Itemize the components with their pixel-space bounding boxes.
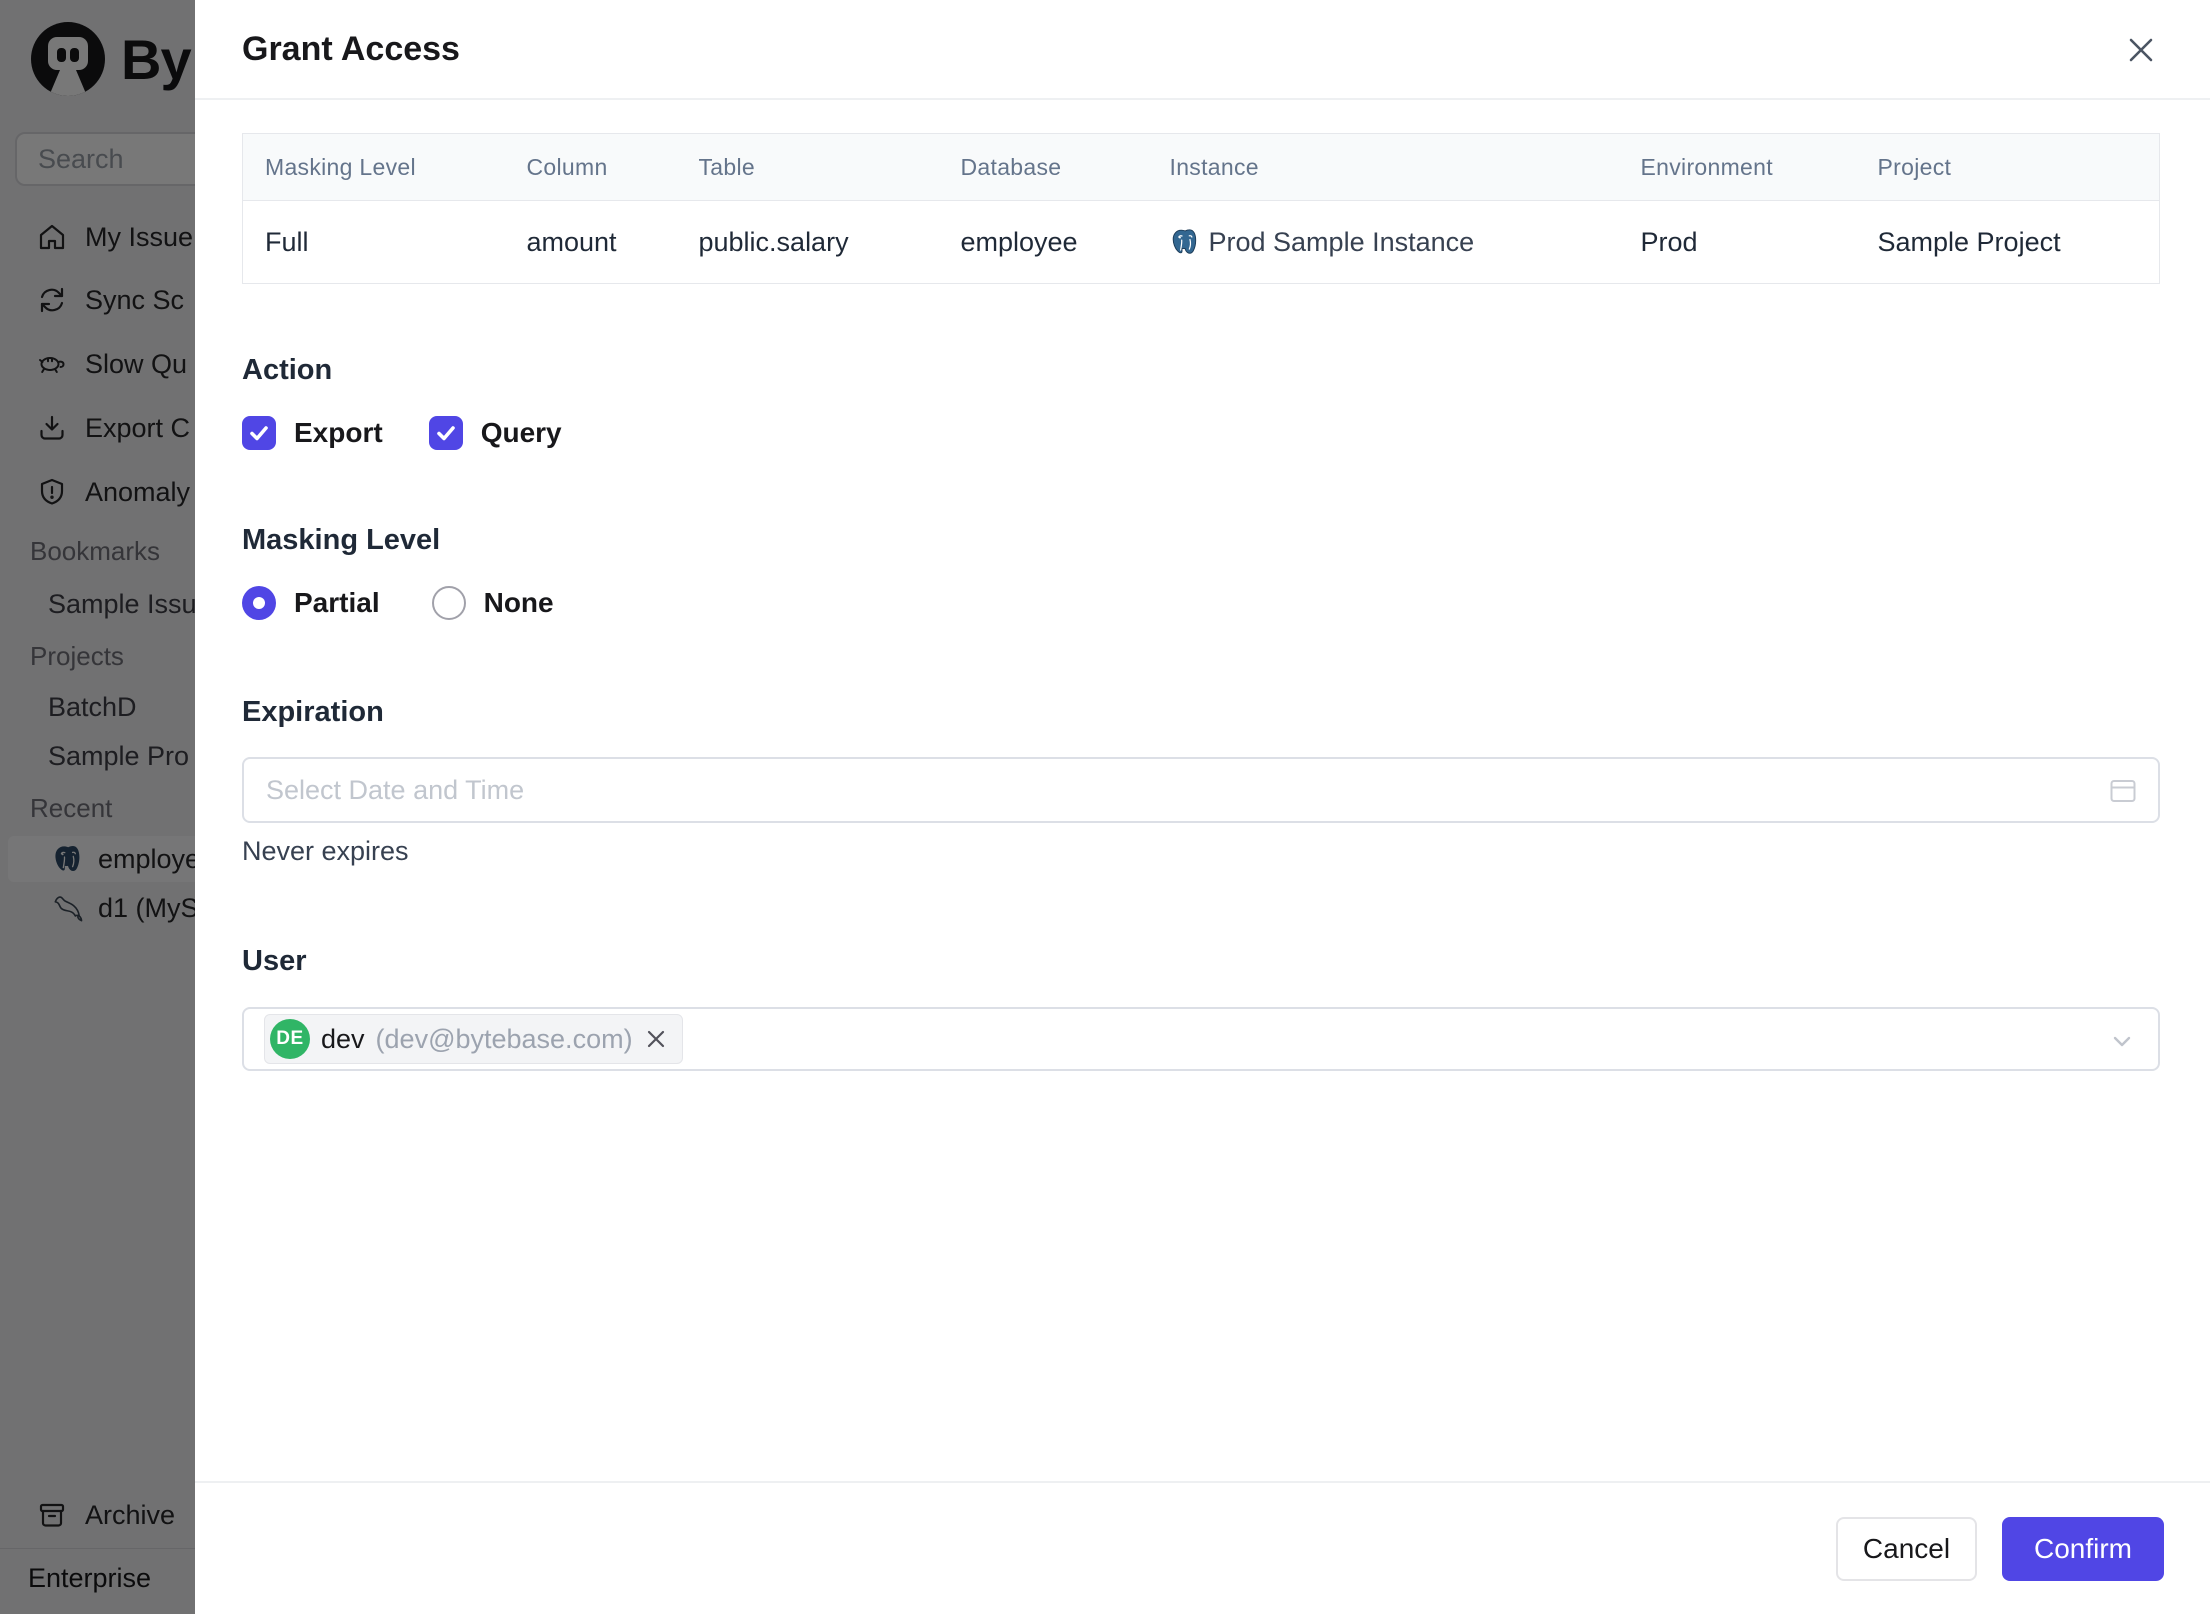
user-select[interactable]: DE dev (dev@bytebase.com) — [242, 1007, 2160, 1071]
grant-target-table: Masking Level Column Table Database Inst… — [242, 133, 2160, 284]
dialog-footer: Cancel Confirm — [195, 1481, 2210, 1614]
cell-project: Sample Project — [1877, 226, 2061, 257]
user-name: dev — [321, 1023, 365, 1054]
dialog-body: Masking Level Column Table Database Inst… — [195, 100, 2210, 1071]
table-header-row: Masking Level Column Table Database Inst… — [242, 133, 2160, 201]
expiration-datetime-picker — [242, 757, 2160, 823]
expiration-input[interactable] — [242, 757, 2160, 823]
action-checkbox-group: Export Query — [242, 416, 2160, 450]
masking-radio-group: Partial None — [242, 586, 2160, 620]
col-database: Database — [960, 153, 1062, 180]
expiration-note: Never expires — [242, 836, 409, 866]
cell-masking-level: Full — [265, 226, 309, 257]
close-button[interactable] — [2122, 31, 2160, 69]
cell-instance: Prod Sample Instance — [1148, 201, 1619, 284]
modal-overlay[interactable] — [0, 0, 195, 1614]
none-radio[interactable]: None — [431, 586, 554, 620]
remove-user-button[interactable] — [644, 1027, 668, 1051]
cancel-button[interactable]: Cancel — [1836, 1516, 1977, 1581]
action-heading: Action — [242, 354, 333, 386]
dialog-title: Grant Access — [242, 30, 460, 68]
instance-name: Prod Sample Instance — [1208, 226, 1475, 257]
dialog-header: Grant Access — [195, 0, 2210, 100]
checkbox-checked-icon — [242, 416, 276, 450]
cell-environment: Prod — [1640, 226, 1698, 257]
expiration-heading: Expiration — [242, 696, 384, 728]
col-masking-level: Masking Level — [265, 153, 416, 180]
col-project: Project — [1877, 153, 1952, 180]
user-tag: DE dev (dev@bytebase.com) — [264, 1014, 683, 1064]
postgresql-icon — [1172, 229, 1196, 254]
col-instance: Instance — [1169, 153, 1259, 180]
cell-table: public.salary — [698, 226, 849, 257]
chevron-down-icon — [2113, 1036, 2131, 1047]
radio-selected-icon — [242, 586, 276, 620]
calendar-icon — [2110, 780, 2136, 802]
radio-unselected-icon — [431, 586, 466, 620]
query-checkbox[interactable]: Query — [428, 416, 562, 450]
close-icon — [2129, 38, 2153, 62]
partial-radio[interactable]: Partial — [242, 586, 380, 620]
user-heading: User — [242, 945, 307, 977]
table-row: Full amount public.salary employee Prod … — [242, 200, 2160, 284]
remove-icon — [647, 1030, 664, 1048]
col-table: Table — [698, 153, 755, 180]
col-environment: Environment — [1640, 153, 1773, 180]
confirm-button[interactable]: Confirm — [2002, 1516, 2164, 1581]
masking-level-heading: Masking Level — [242, 524, 441, 556]
user-email: (dev@bytebase.com) — [375, 1023, 633, 1054]
cell-database: employee — [960, 226, 1078, 257]
grant-access-dialog: Grant Access Masking Level Column Table … — [195, 0, 2210, 1614]
col-column: Column — [526, 153, 608, 180]
export-checkbox[interactable]: Export — [242, 416, 383, 450]
checkbox-checked-icon — [428, 416, 463, 450]
user-avatar: DE — [270, 1019, 310, 1059]
cell-column: amount — [526, 226, 617, 257]
